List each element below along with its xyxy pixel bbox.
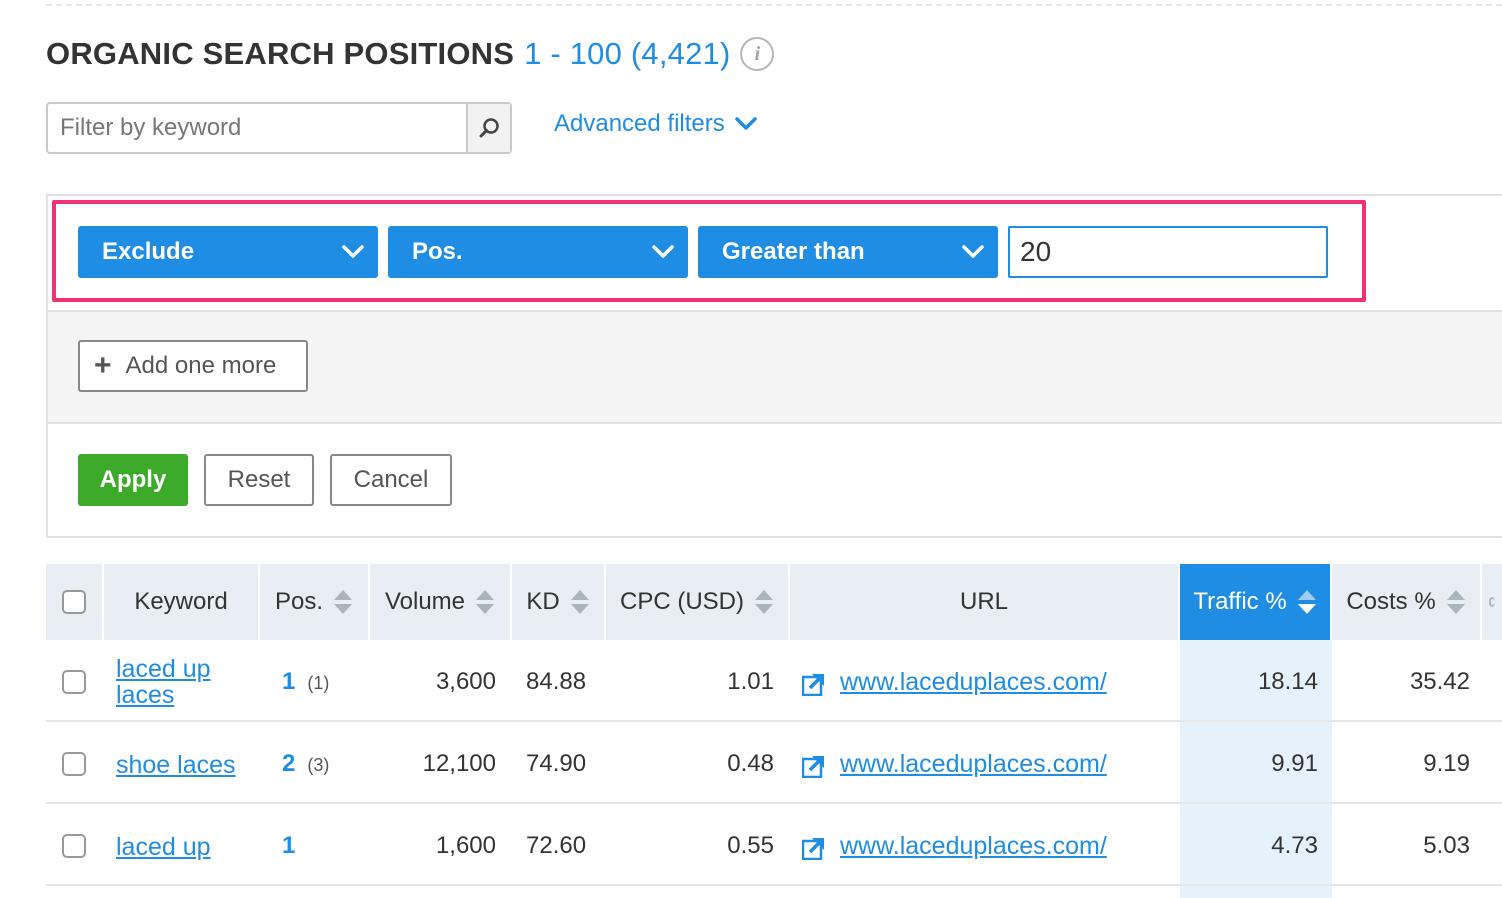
position-cell: 1 (1) <box>282 668 329 696</box>
traffic-cell: 18.14 <box>1257 668 1318 695</box>
plus-icon: + <box>94 349 112 382</box>
external-link-icon[interactable] <box>802 672 826 696</box>
url-link[interactable]: www.laceduplaces.com/ <box>840 668 1107 696</box>
col-next-partial <box>1482 564 1502 640</box>
col-kd-label: KD <box>526 588 560 615</box>
add-filter-button[interactable]: + Add one more <box>78 340 308 392</box>
search-button[interactable] <box>466 104 510 152</box>
chevron-down-icon <box>735 117 757 130</box>
sort-icon <box>334 590 353 614</box>
cpc-cell: 1.01 <box>727 668 774 695</box>
col-costs[interactable]: Costs % <box>1332 564 1482 640</box>
col-keyword-label: Keyword <box>134 588 228 615</box>
position-value[interactable]: 1 <box>282 832 295 859</box>
sort-desc-icon <box>1297 590 1316 614</box>
col-volume-label: Volume <box>384 588 466 615</box>
row-checkbox[interactable] <box>62 752 86 776</box>
col-volume[interactable]: Volume <box>370 564 512 640</box>
traffic-cell: 4.73 <box>1271 832 1318 859</box>
filter-field-value: Pos. <box>412 238 463 265</box>
filter-operator-select[interactable]: Greater than <box>698 226 998 278</box>
cancel-button[interactable]: Cancel <box>330 454 452 506</box>
url-link[interactable]: www.laceduplaces.com/ <box>840 832 1107 860</box>
col-costs-label: Costs % <box>1346 588 1436 615</box>
add-filter-label: Add one more <box>125 352 277 379</box>
filter-mode-select[interactable]: Exclude <box>78 226 378 278</box>
volume-cell: 12,100 <box>422 750 496 777</box>
select-all-checkbox[interactable] <box>62 590 86 614</box>
page-title-text: ORGANIC SEARCH POSITIONS <box>46 36 515 71</box>
kd-cell: 72.60 <box>526 832 587 859</box>
table-row: laced up 1 1,600 72.60 0.55 www.lacedupl… <box>46 804 1502 886</box>
col-keyword[interactable]: Keyword <box>104 564 260 640</box>
sort-icon <box>570 590 589 614</box>
sort-icon <box>755 590 773 614</box>
filter-value-input[interactable]: 20 <box>1008 226 1328 278</box>
position-value[interactable]: 1 <box>282 668 295 695</box>
col-cpc[interactable]: CPC (USD) <box>606 564 790 640</box>
keyword-link[interactable]: laced up <box>116 834 211 860</box>
table-row: laced up laces 1 (1) 3,600 84.88 1.01 www… <box>46 640 1502 722</box>
external-link-icon[interactable] <box>802 836 826 860</box>
col-pos[interactable]: Pos. <box>260 564 370 640</box>
chevron-down-icon <box>962 245 984 258</box>
previous-position: (1) <box>307 673 330 693</box>
col-kd[interactable]: KD <box>512 564 606 640</box>
chevron-down-icon <box>342 245 364 258</box>
table-header: Keyword Pos. Volume KD CPC (USD) URL Tra… <box>46 564 1502 640</box>
position-cell: 2 (3) <box>282 750 329 778</box>
keyword-filter <box>46 102 512 154</box>
volume-cell: 3,600 <box>435 668 496 695</box>
kd-cell: 84.88 <box>526 668 587 695</box>
col-url: URL <box>790 564 1180 640</box>
costs-cell: 5.03 <box>1423 832 1470 859</box>
info-icon[interactable]: i <box>740 37 775 71</box>
advanced-filters-label: Advanced filters <box>554 110 725 137</box>
col-traffic-label: Traffic % <box>1193 588 1287 615</box>
url-cell: www.laceduplaces.com/ <box>802 750 1107 779</box>
search-icon <box>479 118 499 138</box>
position-value[interactable]: 2 <box>282 750 295 777</box>
url-cell: www.laceduplaces.com/ <box>802 668 1107 697</box>
cpc-cell: 0.48 <box>727 750 774 777</box>
chevron-down-icon <box>652 245 674 258</box>
col-traffic[interactable]: Traffic % <box>1180 564 1332 640</box>
row-checkbox[interactable] <box>62 670 86 694</box>
traffic-cell: 9.91 <box>1271 750 1318 777</box>
page-title: ORGANIC SEARCH POSITIONS 1 - 100 (4,421)… <box>46 36 775 72</box>
cpc-cell: 0.55 <box>727 832 774 859</box>
table-row: shoe laces 2 (3) 12,100 74.90 0.48 www.la… <box>46 722 1502 804</box>
sort-icon <box>1446 590 1465 614</box>
position-cell: 1 <box>282 832 295 860</box>
col-url-label: URL <box>959 588 1008 615</box>
keyword-line-1: laced up <box>116 655 211 683</box>
top-divider <box>46 4 1502 6</box>
filter-field-select[interactable]: Pos. <box>388 226 688 278</box>
filter-operator-value: Greater than <box>722 238 865 265</box>
col-pos-label: Pos. <box>274 588 324 615</box>
keyword-link[interactable]: shoe laces <box>116 752 236 778</box>
select-all-cell <box>46 564 104 640</box>
keyword-link[interactable]: laced up laces <box>116 656 211 708</box>
filter-mode-value: Exclude <box>102 238 195 265</box>
sort-icon <box>476 590 495 614</box>
costs-cell: 35.42 <box>1409 668 1470 695</box>
reset-button[interactable]: Reset <box>204 454 314 506</box>
apply-button[interactable]: Apply <box>78 454 188 506</box>
keyword-filter-input[interactable] <box>48 104 466 152</box>
external-link-icon[interactable] <box>802 754 826 778</box>
volume-cell: 1,600 <box>435 832 496 859</box>
url-link[interactable]: www.laceduplaces.com/ <box>840 750 1107 778</box>
result-range: 1 - 100 (4,421) <box>524 36 731 71</box>
costs-cell: 9.19 <box>1423 750 1470 777</box>
row-checkbox[interactable] <box>62 834 86 858</box>
url-cell: www.laceduplaces.com/ <box>802 832 1107 861</box>
previous-position: (3) <box>307 755 330 775</box>
keyword-line-2: laces <box>116 681 175 709</box>
advanced-filters-toggle[interactable]: Advanced filters <box>554 110 757 138</box>
kd-cell: 74.90 <box>526 750 587 777</box>
col-cpc-label: CPC (USD) <box>620 588 744 615</box>
